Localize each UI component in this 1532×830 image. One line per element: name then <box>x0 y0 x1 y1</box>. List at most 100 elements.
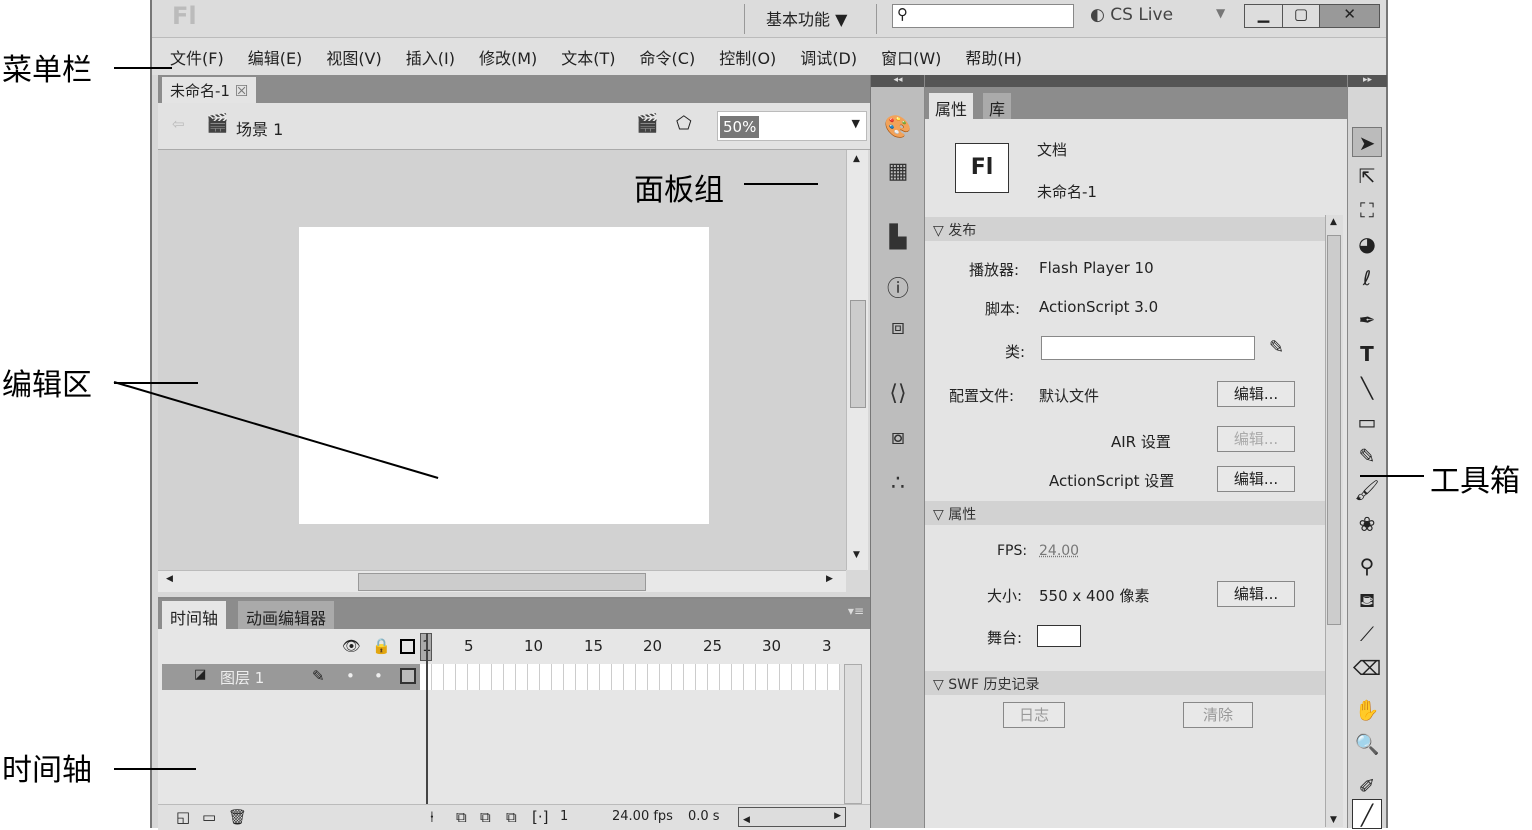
text-tool-icon[interactable]: T <box>1352 339 1382 369</box>
class-input[interactable] <box>1041 336 1255 360</box>
playhead[interactable] <box>426 633 428 808</box>
menu-insert[interactable]: 插入(I) <box>406 45 455 69</box>
layer-row[interactable]: ◪ 图层 1 ✎ • • <box>162 664 420 690</box>
search-input[interactable]: ⚲ <box>892 4 1074 28</box>
3d-rotation-tool-icon[interactable]: ◕ <box>1352 229 1382 259</box>
scroll-thumb[interactable] <box>358 573 646 591</box>
menu-text[interactable]: 文本(T) <box>561 45 615 69</box>
actions-icon[interactable]: ⟨⟩ <box>883 381 913 411</box>
lasso-tool-icon[interactable]: ℓ <box>1352 263 1382 293</box>
timeline-hscroll[interactable]: ◀ ▶ <box>738 807 846 827</box>
maximize-button[interactable]: ▢ <box>1281 5 1320 27</box>
fps-value[interactable]: 24.00 <box>1039 543 1079 559</box>
frame-grid[interactable] <box>420 664 840 690</box>
cs-live-dropdown[interactable]: ▼ <box>1216 6 1225 20</box>
tab-motion-editor[interactable]: 动画编辑器 <box>238 601 335 629</box>
new-folder-icon[interactable]: ▭ <box>202 808 216 826</box>
onion-skin-icon[interactable]: ⧉ <box>456 808 467 826</box>
back-arrow-icon[interactable]: ⇦ <box>172 115 185 133</box>
trash-icon[interactable]: 🗑 <box>228 808 247 826</box>
menu-help[interactable]: 帮助(H) <box>965 45 1022 69</box>
center-frame-icon[interactable]: ⍿ <box>430 808 434 826</box>
pen-tool-icon[interactable]: ✒ <box>1352 305 1382 335</box>
eraser-tool-icon[interactable]: ⌫ <box>1352 653 1382 683</box>
menu-window[interactable]: 窗口(W) <box>881 45 941 69</box>
rectangle-tool-icon[interactable]: ▭ <box>1352 407 1382 437</box>
menu-control[interactable]: 控制(O) <box>719 45 776 69</box>
frame-ruler[interactable]: 1 5 10 15 20 25 30 3 <box>420 637 840 657</box>
menu-file[interactable]: 文件(F) <box>170 45 224 69</box>
selection-tool-icon[interactable]: ➤ <box>1352 127 1382 157</box>
bone-tool-icon[interactable]: ⚲ <box>1352 551 1382 581</box>
cs-live-button[interactable]: ◐ CS Live <box>1090 5 1173 25</box>
subselection-tool-icon[interactable]: ⇱ <box>1352 161 1382 191</box>
edit-air-button[interactable]: 编辑... <box>1217 426 1295 452</box>
layer-name[interactable]: 图层 1 <box>220 667 264 688</box>
hand-tool-icon[interactable]: ✋ <box>1352 695 1382 725</box>
stage-color-swatch[interactable] <box>1037 625 1081 647</box>
edit-symbol-icon[interactable]: ⬠ <box>676 113 692 134</box>
menu-edit[interactable]: 编辑(E) <box>248 45 303 69</box>
new-layer-icon[interactable]: ◱ <box>176 808 190 826</box>
pencil-tool-icon[interactable]: ✎ <box>1352 441 1382 471</box>
edit-as-button[interactable]: 编辑... <box>1217 466 1295 492</box>
horizontal-scrollbar[interactable]: ◀ ▶ <box>158 570 846 592</box>
free-transform-tool-icon[interactable]: ⛶ <box>1352 195 1382 225</box>
deco-tool-icon[interactable]: ❀ <box>1352 509 1382 539</box>
zoom-tool-icon[interactable]: 🔍 <box>1352 729 1382 759</box>
properties-section[interactable]: ▽ 属性 <box>925 501 1325 525</box>
edit-scene-icon[interactable]: 🎬 <box>636 113 658 134</box>
frame-rate[interactable]: 24.00 fps <box>612 809 673 824</box>
zoom-select[interactable]: 50% ▼ <box>717 111 867 141</box>
menu-debug[interactable]: 调试(D) <box>800 45 857 69</box>
edit-area[interactable] <box>158 150 846 570</box>
tab-properties[interactable]: 属性 <box>929 93 974 119</box>
onion-outline-icon[interactable]: ⧉ <box>480 808 491 826</box>
menu-commands[interactable]: 命令(C) <box>640 45 696 69</box>
publish-section[interactable]: ▽ 发布 <box>925 217 1325 241</box>
pencil-icon[interactable]: ✎ <box>1269 337 1284 358</box>
menu-view[interactable]: 视图(V) <box>326 45 381 69</box>
scene-label[interactable]: 场景 1 <box>236 116 283 140</box>
onion-markers-icon[interactable]: [·] <box>532 808 548 826</box>
properties-scrollbar[interactable]: ▲ ▼ <box>1325 215 1343 827</box>
clear-button[interactable]: 清除 <box>1183 702 1253 728</box>
outline-toggle[interactable] <box>400 668 416 684</box>
tab-timeline[interactable]: 时间轴 <box>162 601 227 629</box>
visibility-dot[interactable]: • <box>346 667 355 685</box>
close-button[interactable]: ✕ <box>1319 5 1380 27</box>
edit-multiple-icon[interactable]: ⧉ <box>506 808 517 826</box>
stage[interactable] <box>299 227 709 524</box>
paint-bucket-tool-icon[interactable]: ⛾ <box>1352 585 1382 615</box>
lock-dot[interactable]: • <box>374 667 383 685</box>
eyedropper-tool-icon[interactable]: ⟋ <box>1352 619 1382 649</box>
outline-icon[interactable] <box>400 639 415 654</box>
fill-color-icon[interactable]: ╱ <box>1352 799 1382 829</box>
lock-icon[interactable]: 🔒 <box>372 637 391 655</box>
vertical-scrollbar[interactable]: ▲ ▼ <box>846 150 868 570</box>
swatches-icon[interactable]: ▦ <box>883 159 913 189</box>
scroll-thumb[interactable] <box>850 300 866 408</box>
align-icon[interactable]: ▙ <box>883 225 913 255</box>
brush-tool-icon[interactable]: 🖌 <box>1352 475 1382 505</box>
close-tab-icon[interactable]: ☒ <box>235 82 248 100</box>
stroke-color-icon[interactable]: ✐ <box>1352 771 1382 801</box>
menu-modify[interactable]: 修改(M) <box>479 45 537 69</box>
motion-presets-icon[interactable]: ∴ <box>883 471 913 501</box>
tab-library[interactable]: 库 <box>983 93 1012 119</box>
minimize-button[interactable]: ▁ <box>1245 5 1282 27</box>
log-button[interactable]: 日志 <box>1003 702 1065 728</box>
transform-icon[interactable]: ⧈ <box>883 315 913 345</box>
line-tool-icon[interactable]: ╲ <box>1352 373 1382 403</box>
components-icon[interactable]: ⧇ <box>883 425 913 455</box>
document-tab[interactable]: 未命名-1 ☒ <box>162 77 257 103</box>
swf-history-section[interactable]: ▽ SWF 历史记录 <box>925 671 1325 695</box>
edit-profile-button[interactable]: 编辑... <box>1217 381 1295 407</box>
panel-menu-icon[interactable]: ▾≡ <box>848 604 864 618</box>
timeline-vscroll[interactable] <box>844 664 862 804</box>
edit-size-button[interactable]: 编辑... <box>1217 581 1295 607</box>
eye-icon[interactable]: 👁 <box>342 637 361 655</box>
color-palette-icon[interactable]: 🎨 <box>883 115 913 145</box>
info-icon[interactable]: ⓘ <box>883 271 913 302</box>
workspace-switcher[interactable]: 基本功能 ▼ <box>766 6 847 30</box>
